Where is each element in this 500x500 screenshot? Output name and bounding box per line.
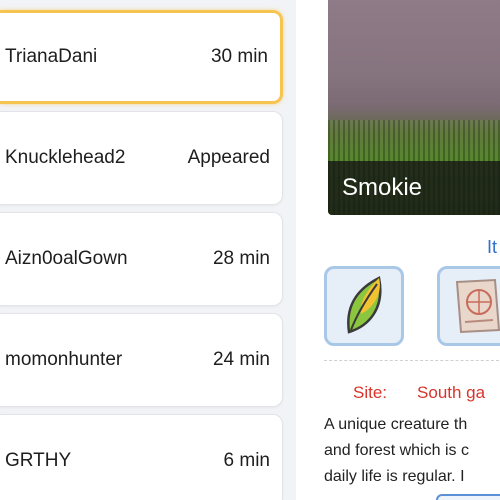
time-label: 28 min: [212, 248, 270, 269]
list-item[interactable]: momonhunter 24 min: [0, 313, 283, 407]
items-link[interactable]: It: [487, 237, 497, 258]
list-item[interactable]: TrianaDani 30 min: [0, 10, 283, 104]
user-list-panel: TrianaDani 30 min Knucklehead2 Appeared …: [0, 0, 296, 500]
time-label: 24 min: [212, 349, 270, 370]
time-label: Appeared: [187, 147, 270, 168]
creature-photo[interactable]: Smokie: [328, 0, 500, 215]
creature-name: Smokie: [342, 174, 423, 201]
user-name: momonhunter: [5, 349, 123, 370]
site-label: Site:: [353, 383, 388, 402]
description-line: daily life is regular. I: [324, 468, 465, 485]
site-row: Site: South ga: [353, 383, 485, 403]
list-item[interactable]: GRTHY 6 min: [0, 414, 283, 500]
time-label: 30 min: [210, 46, 268, 67]
list-item[interactable]: Knucklehead2 Appeared: [0, 111, 283, 205]
user-name: TrianaDani: [5, 46, 98, 67]
description-line: and forest which is c: [324, 442, 469, 459]
description-line: A unique creature th: [324, 416, 468, 433]
photo-caption-bar: Smokie: [328, 161, 500, 215]
site-value: South ga: [417, 383, 486, 402]
bottom-action-button[interactable]: [436, 494, 500, 500]
user-name: Knucklehead2: [5, 147, 126, 168]
section-divider: [324, 360, 500, 361]
map-scroll-icon: [455, 278, 500, 334]
item-slot-map[interactable]: [437, 266, 500, 346]
user-name: GRTHY: [5, 450, 72, 471]
list-item[interactable]: Aizn0oalGown 28 min: [0, 212, 283, 306]
creature-description: A unique creature th and forest which is…: [324, 412, 500, 490]
item-slot-leaf[interactable]: [324, 266, 404, 346]
time-label: 6 min: [223, 450, 270, 471]
detail-panel: Smokie It Site: South ga A unique creatur…: [296, 0, 500, 500]
leaf-icon: [347, 276, 382, 334]
user-name: Aizn0oalGown: [5, 248, 128, 269]
